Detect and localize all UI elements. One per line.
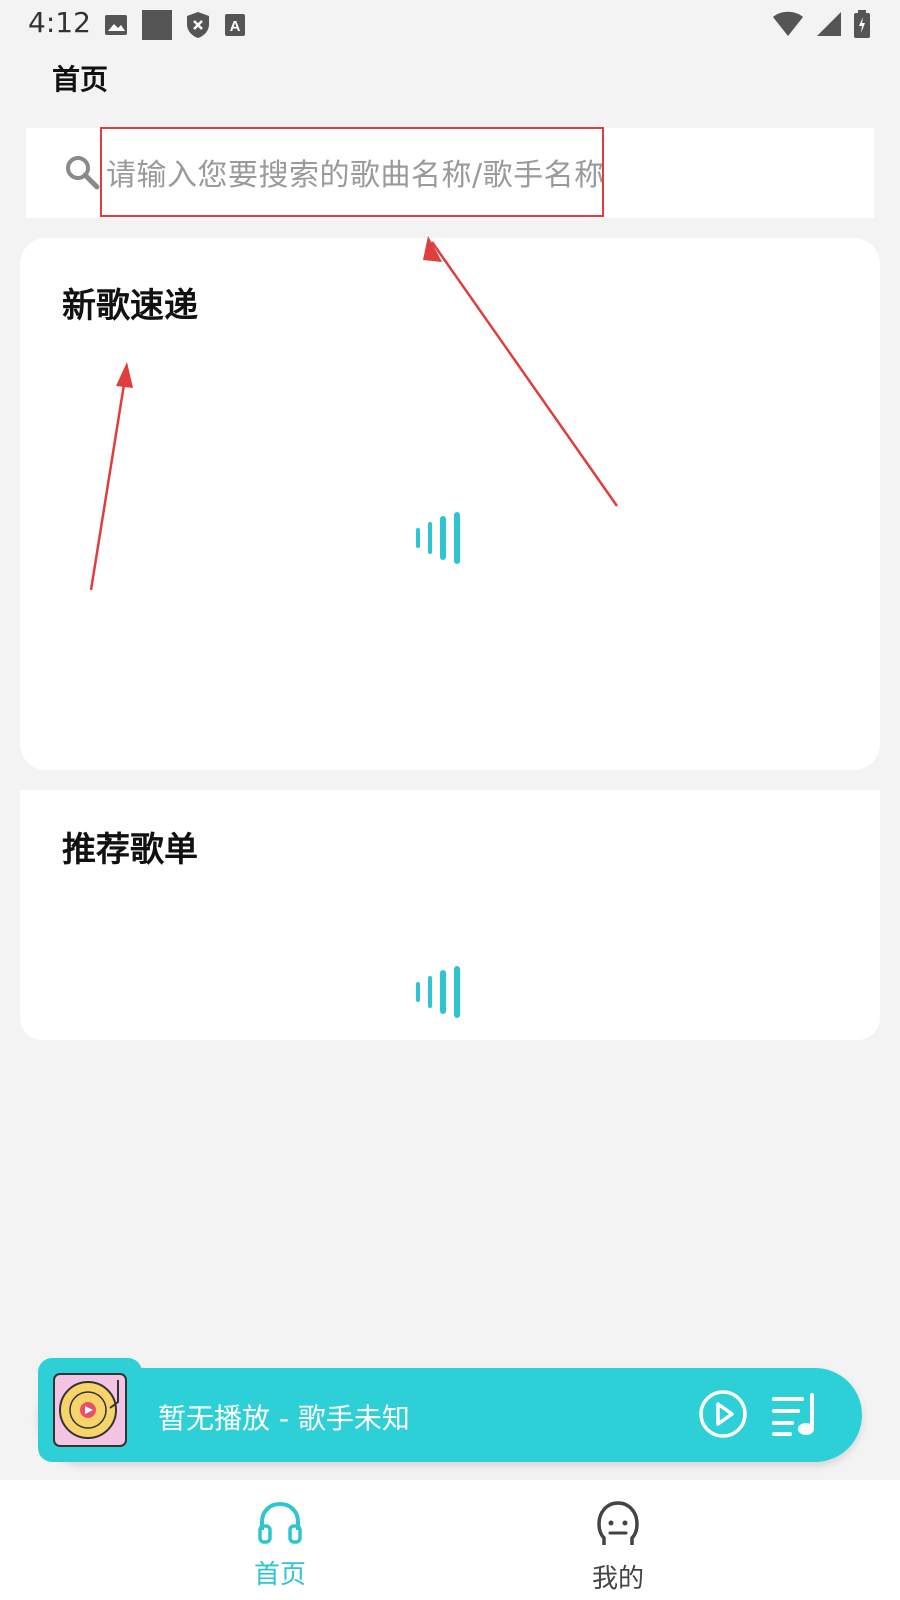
now-playing-text: 暂无播放 - 歌手未知 <box>158 1402 410 1435</box>
new-songs-card: 新歌速递 <box>20 238 880 770</box>
status-time: 4:12 <box>28 6 91 39</box>
play-icon[interactable] <box>698 1389 748 1443</box>
search-input[interactable]: 请输入您要搜索的歌曲名称/歌手名称 <box>106 150 605 194</box>
image-icon <box>104 14 128 40</box>
search-bar[interactable]: 请输入您要搜索的歌曲名称/歌手名称 <box>26 128 874 218</box>
album-art[interactable] <box>38 1358 142 1462</box>
wifi-icon <box>772 11 804 41</box>
battery-icon <box>854 10 870 42</box>
status-right-icons <box>772 10 870 42</box>
new-songs-title: 新歌速递 <box>62 286 198 326</box>
recommended-playlists-card: 推荐歌单 <box>20 790 880 1040</box>
shield-icon <box>186 11 210 43</box>
nav-label-home: 首页 <box>253 1560 306 1590</box>
status-bar: 4:12 A <box>0 0 900 50</box>
status-left-icons: A <box>104 10 246 44</box>
svg-text:A: A <box>230 18 241 35</box>
headphones-icon <box>257 1500 303 1548</box>
playlist-icon[interactable] <box>772 1393 824 1441</box>
keyboard-a-icon: A <box>224 13 246 41</box>
nav-tab-home[interactable]: 首页 <box>180 1480 380 1600</box>
nav-tab-mine[interactable]: 我的 <box>518 1480 718 1600</box>
square-icon <box>142 10 172 44</box>
bottom-nav: 首页 我的 <box>0 1480 900 1600</box>
search-icon[interactable] <box>64 154 100 194</box>
loading-bars-icon <box>414 966 464 1022</box>
loading-bars-icon <box>414 512 464 568</box>
nav-label-mine: 我的 <box>591 1564 644 1594</box>
user-face-icon <box>597 1500 639 1552</box>
page-title: 首页 <box>52 63 109 96</box>
signal-icon <box>816 11 842 41</box>
recommended-title: 推荐歌单 <box>62 830 198 870</box>
